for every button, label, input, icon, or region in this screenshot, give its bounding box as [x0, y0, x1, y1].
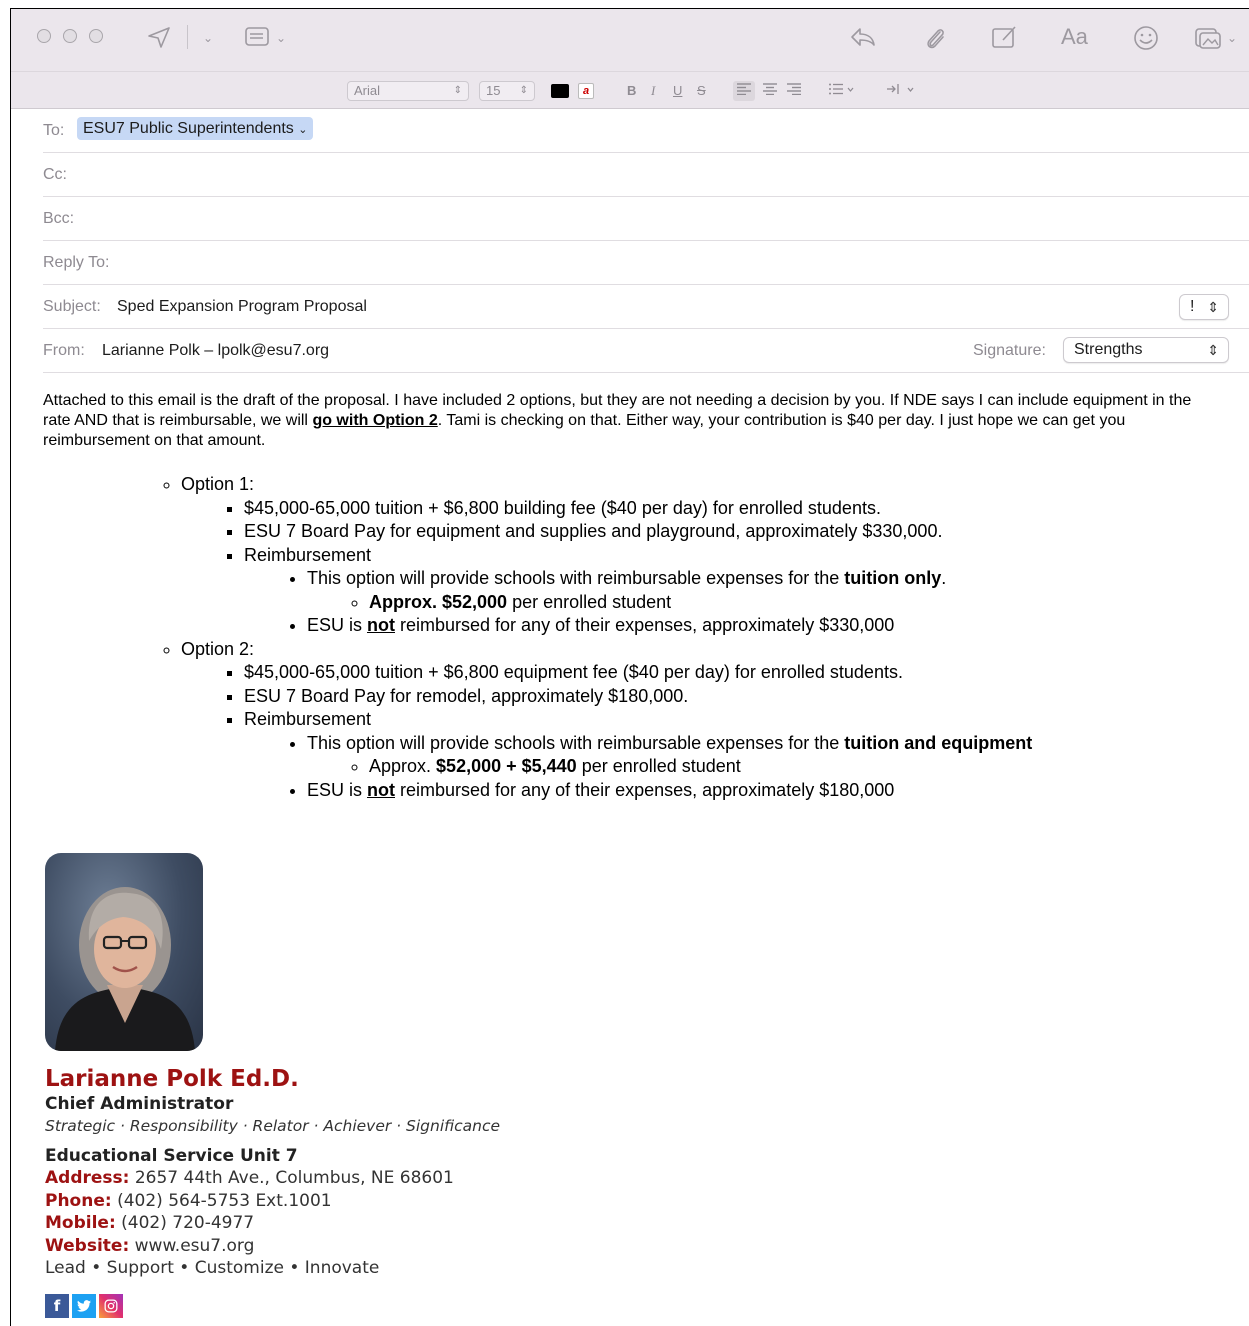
background-color-swatch[interactable]: a — [578, 83, 594, 99]
to-label: To: — [43, 122, 65, 139]
list-item: ESU is not reimbursed for any of their e… — [307, 779, 1229, 803]
bold-button[interactable]: B — [627, 82, 636, 100]
align-center-icon[interactable] — [763, 82, 777, 100]
list-item: This option will provide schools with re… — [307, 567, 1229, 614]
list-item: $45,000-65,000 tuition + $6,800 building… — [244, 497, 1229, 521]
list-item: ESU 7 Board Pay for equipment and suppli… — [244, 520, 1229, 544]
format-bar: Arial ⇕ 15 ⇕ a B I U S — [11, 71, 1249, 109]
option-2: Option 2: $45,000-65,000 tuition + $6,80… — [181, 638, 1229, 803]
option-1: Option 1: $45,000-65,000 tuition + $6,80… — [181, 473, 1229, 638]
priority-select[interactable]: ! ⇕ — [1179, 294, 1229, 320]
emoji-icon[interactable] — [1133, 25, 1159, 55]
list-icon[interactable] — [829, 82, 855, 100]
font-size-select[interactable]: 15 ⇕ — [479, 81, 535, 101]
signature-org: Educational Service Unit 7 — [45, 1146, 298, 1166]
cc-field[interactable]: Cc: — [43, 153, 1249, 197]
chevron-down-icon[interactable]: ⌄ — [203, 31, 213, 45]
signature-strengths: Strategic · Responsibility · Relator · A… — [45, 1117, 501, 1135]
from-field: From: Larianne Polk – lpolk@esu7.org Sig… — [43, 329, 1249, 373]
list-item: This option will provide schools with re… — [307, 732, 1229, 779]
instagram-icon[interactable] — [99, 1293, 123, 1318]
photo-browser-icon[interactable] — [1195, 26, 1223, 54]
font-size-value: 15 — [486, 83, 501, 98]
list-item: $45,000-65,000 tuition + $6,800 equipmen… — [244, 661, 1229, 685]
close-window-button[interactable] — [37, 29, 51, 43]
chevron-down-icon[interactable]: ⌄ — [276, 31, 286, 45]
send-icon[interactable] — [147, 25, 171, 53]
recipient-name: ESU7 Public Superintendents — [83, 120, 294, 137]
font-family-value: Arial — [354, 83, 381, 98]
align-left-icon[interactable] — [737, 82, 751, 100]
intro-paragraph: Attached to this email is the draft of t… — [43, 392, 1192, 449]
list-item: Reimbursement This option will provide s… — [244, 708, 1229, 802]
attachment-icon[interactable] — [923, 24, 947, 56]
updown-icon: ⇕ — [1207, 299, 1219, 315]
updown-icon: ⇕ — [1207, 342, 1219, 358]
list-item: ESU 7 Board Pay for remodel, approximate… — [244, 685, 1229, 709]
from-select[interactable]: Larianne Polk – lpolk@esu7.org — [102, 342, 329, 360]
twitter-icon[interactable] — [72, 1293, 96, 1318]
options-list: Option 1: $45,000-65,000 tuition + $6,80… — [43, 473, 1229, 802]
text-color-swatch[interactable] — [551, 84, 569, 98]
reply-to-label: Reply To: — [43, 254, 110, 271]
to-field[interactable]: To: ESU7 Public Superintendents ⌄ — [43, 109, 1249, 153]
signature-mobile: Mobile: (402) 720-4977 — [45, 1213, 255, 1233]
strikethrough-button[interactable]: S — [697, 82, 706, 100]
message-body[interactable]: Attached to this email is the draft of t… — [43, 391, 1229, 802]
list-item: ESU is not reimbursed for any of their e… — [307, 614, 1229, 638]
signature-address: Address: 2657 44th Ave., Columbus, NE 68… — [45, 1168, 454, 1188]
indent-icon[interactable] — [887, 82, 917, 100]
zoom-window-button[interactable] — [89, 29, 103, 43]
bcc-label: Bcc: — [43, 210, 75, 227]
priority-value: ! — [1190, 298, 1195, 315]
signature-name: Larianne Polk Ed.D. — [45, 1066, 299, 1092]
updown-icon: ⇕ — [453, 85, 462, 96]
signature-website[interactable]: Website: www.esu7.org — [45, 1235, 500, 1258]
recipient-token[interactable]: ESU7 Public Superintendents ⌄ — [77, 117, 314, 140]
font-family-select[interactable]: Arial ⇕ — [347, 81, 469, 101]
list-item: Approx. $52,000 + $5,440 per enrolled st… — [369, 755, 1229, 779]
list-item: Reimbursement This option will provide s… — [244, 544, 1229, 638]
profile-photo — [45, 853, 203, 1051]
signature-motto: Lead • Support • Customize • Innovate — [45, 1258, 380, 1278]
toolbar: ⌄ ⌄ Aa ⌄ — [11, 9, 1249, 71]
signature-value: Strengths — [1074, 341, 1143, 358]
chevron-down-icon[interactable]: ⌄ — [1227, 31, 1237, 45]
compose-window: ⌄ ⌄ Aa ⌄ Arial ⇕ 15 ⇕ a B I U S To: ESU7… — [10, 8, 1249, 1326]
chevron-down-icon: ⌄ — [298, 124, 308, 136]
signature-label: Signature: — [973, 342, 1046, 359]
social-links: f — [45, 1293, 500, 1318]
facebook-icon[interactable]: f — [45, 1293, 69, 1318]
underline-button[interactable]: U — [673, 82, 682, 100]
bcc-field[interactable]: Bcc: — [43, 197, 1249, 241]
list-item: Approx. $52,000 per enrolled student — [369, 591, 1229, 615]
signature-block: Larianne Polk Ed.D. Chief Administrator … — [45, 853, 500, 1318]
header-fields-icon[interactable] — [245, 26, 271, 52]
reply-icon[interactable] — [849, 25, 877, 53]
cc-label: Cc: — [43, 166, 67, 183]
from-label: From: — [43, 342, 85, 359]
subject-label: Subject: — [43, 298, 101, 315]
align-right-icon[interactable] — [787, 82, 801, 100]
reply-to-field[interactable]: Reply To: — [43, 241, 1249, 285]
signature-title: Chief Administrator — [45, 1094, 234, 1114]
markup-icon[interactable] — [991, 24, 1019, 54]
minimize-window-button[interactable] — [63, 29, 77, 43]
signature-select[interactable]: Strengths ⇕ — [1063, 337, 1229, 363]
subject-value[interactable]: Sped Expansion Program Proposal — [117, 298, 367, 316]
format-icon[interactable]: Aa — [1061, 26, 1088, 48]
updown-icon: ⇕ — [519, 85, 528, 96]
italic-button[interactable]: I — [651, 82, 655, 100]
subject-field[interactable]: Subject: Sped Expansion Program Proposal… — [43, 285, 1249, 329]
signature-phone: Phone: (402) 564-5753 Ext.1001 — [45, 1190, 332, 1211]
